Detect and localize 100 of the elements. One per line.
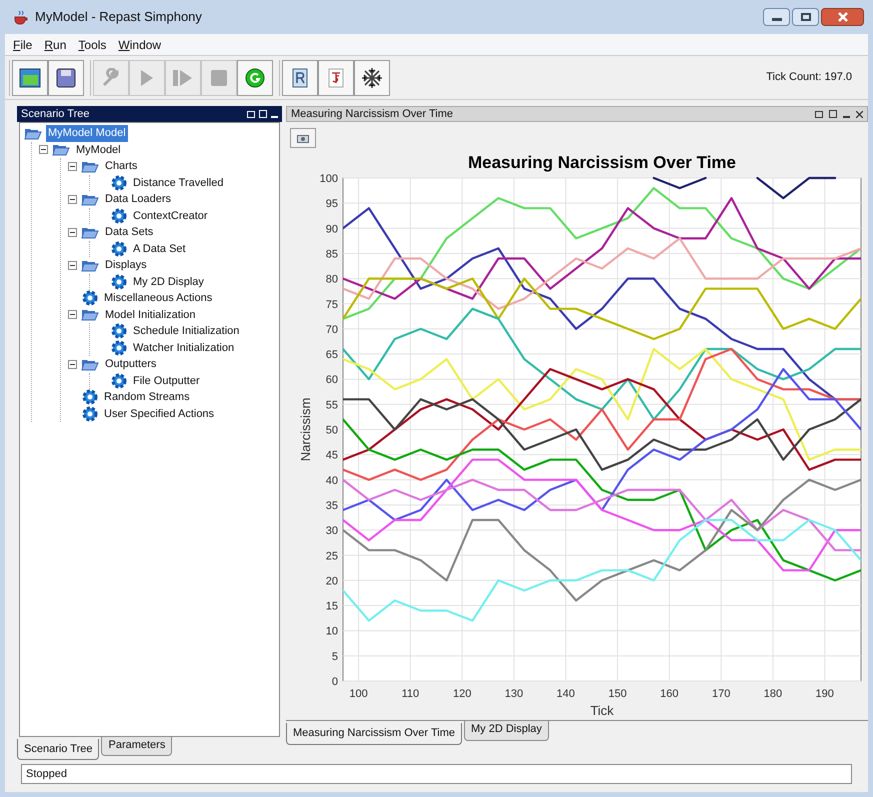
toolbar-button[interactable] [282, 60, 318, 96]
tree-item[interactable]: Distance Travelled [131, 174, 226, 191]
toolbar-button[interactable] [48, 60, 84, 96]
wrench-icon [101, 68, 121, 88]
x-tick-label: 140 [556, 688, 575, 700]
tree-item[interactable]: File Outputter [131, 372, 202, 389]
menu-item[interactable]: Tools [78, 36, 106, 54]
y-tick-label: 25 [326, 550, 338, 562]
x-tick-label: 170 [712, 688, 730, 700]
open-folder-icon [81, 308, 99, 322]
y-tick-label: 35 [326, 500, 338, 512]
collapse-toggle-icon[interactable] [68, 162, 77, 171]
maximize-button[interactable] [792, 8, 819, 26]
close-icon[interactable] [856, 110, 863, 118]
collapse-toggle-icon[interactable] [68, 310, 77, 320]
y-tick-label: 30 [326, 525, 338, 538]
y-tick-label: 85 [326, 248, 338, 260]
collapse-toggle-icon[interactable] [68, 194, 77, 204]
tree-item[interactable]: Random Streams [102, 389, 192, 406]
open-folder-icon [81, 192, 99, 206]
y-tick-label: 5 [332, 650, 338, 663]
toolbar-button[interactable] [237, 60, 273, 96]
tree-item[interactable]: Miscellaneous Actions [102, 290, 214, 306]
tree-item[interactable]: Model Initialization [103, 306, 198, 323]
gear-icon [82, 406, 98, 422]
tree-item[interactable]: Data Sets [103, 224, 156, 240]
tree-item[interactable]: Watcher Initialization [131, 340, 236, 356]
step-icon [172, 68, 194, 88]
y-tick-label: 50 [326, 424, 338, 436]
y-tick-label: 65 [326, 349, 338, 362]
tree-item[interactable]: A Data Set [131, 240, 188, 257]
x-tick-label: 110 [402, 688, 420, 700]
camera-icon [297, 134, 309, 142]
tree-item[interactable]: User Specified Actions [102, 406, 216, 422]
gear-icon [111, 340, 127, 356]
y-tick-label: 45 [326, 450, 338, 462]
collapse-toggle-icon[interactable] [68, 228, 77, 237]
tab[interactable]: My 2D Display [464, 721, 549, 740]
open-folder-icon [81, 160, 99, 173]
open-folder-icon [81, 226, 99, 239]
gear-icon [111, 174, 127, 191]
y-axis-label: Narcissism [298, 398, 313, 462]
gear-icon [82, 290, 98, 306]
tree-item[interactable]: MyModel Model [46, 125, 128, 142]
y-tick-label: 40 [326, 474, 338, 487]
folder-window-icon [19, 68, 41, 88]
tree-item[interactable]: My 2D Display [131, 274, 206, 290]
tab[interactable]: Scenario Tree [17, 738, 100, 760]
toolbar-button[interactable] [354, 60, 390, 96]
document-script-icon [328, 68, 344, 88]
close-button[interactable] [821, 8, 864, 26]
x-tick-label: 120 [452, 688, 472, 700]
menu-item[interactable]: Window [118, 36, 162, 54]
x-tick-label: 100 [349, 688, 368, 700]
maximize-icon[interactable] [829, 110, 837, 118]
y-tick-label: 55 [326, 399, 338, 412]
float-icon[interactable] [815, 110, 823, 118]
x-tick-label: 190 [816, 688, 834, 700]
open-folder-icon [81, 258, 99, 272]
y-tick-label: 75 [326, 298, 338, 311]
minimize-button[interactable] [763, 8, 790, 26]
play-icon [139, 68, 155, 88]
tree-item[interactable]: Outputters [103, 356, 158, 372]
open-folder-icon [24, 126, 42, 140]
toolbar-button[interactable] [12, 60, 48, 96]
tree-item[interactable]: Charts [103, 158, 140, 174]
menu-item[interactable]: Run [44, 36, 66, 54]
tree-item[interactable]: Data Loaders [103, 191, 174, 208]
panel-title: Scenario Tree [21, 106, 90, 122]
y-tick-label: 90 [326, 223, 338, 236]
snapshot-button[interactable] [290, 128, 316, 148]
collapse-toggle-icon[interactable] [68, 260, 77, 270]
tab[interactable]: Measuring Narcissism Over Time [286, 723, 462, 744]
coffee-cup-icon [13, 9, 29, 25]
x-tick-label: 180 [764, 688, 782, 700]
y-tick-label: 60 [326, 374, 338, 386]
stop-icon [209, 68, 229, 88]
y-tick-label: 20 [326, 575, 338, 588]
x-tick-label: 160 [660, 688, 679, 700]
tab[interactable]: Parameters [101, 736, 172, 756]
tree-item[interactable]: MyModel [74, 142, 123, 158]
collapse-toggle-icon[interactable] [68, 360, 77, 369]
menu-item[interactable]: File [13, 36, 32, 54]
document-r-icon [292, 68, 308, 88]
open-folder-icon [81, 358, 99, 371]
tree-item[interactable]: Schedule Initialization [131, 323, 242, 340]
y-tick-label: 95 [326, 198, 338, 210]
y-tick-label: 0 [332, 676, 338, 688]
collapse-toggle-icon[interactable] [39, 145, 48, 154]
reset-icon [245, 68, 265, 88]
x-tick-label: 150 [608, 688, 627, 700]
y-tick-label: 80 [326, 274, 338, 286]
open-folder-icon [52, 143, 70, 156]
toolbar-button[interactable] [318, 60, 354, 96]
tree-item[interactable]: ContextCreator [131, 208, 210, 224]
tick-count: Tick Count: 197.0 [766, 70, 852, 86]
tree-item[interactable]: Displays [103, 257, 149, 274]
chart-title: Measuring Narcissism Over Time [468, 153, 736, 172]
close-icon [836, 12, 848, 22]
gear-icon [82, 389, 98, 406]
